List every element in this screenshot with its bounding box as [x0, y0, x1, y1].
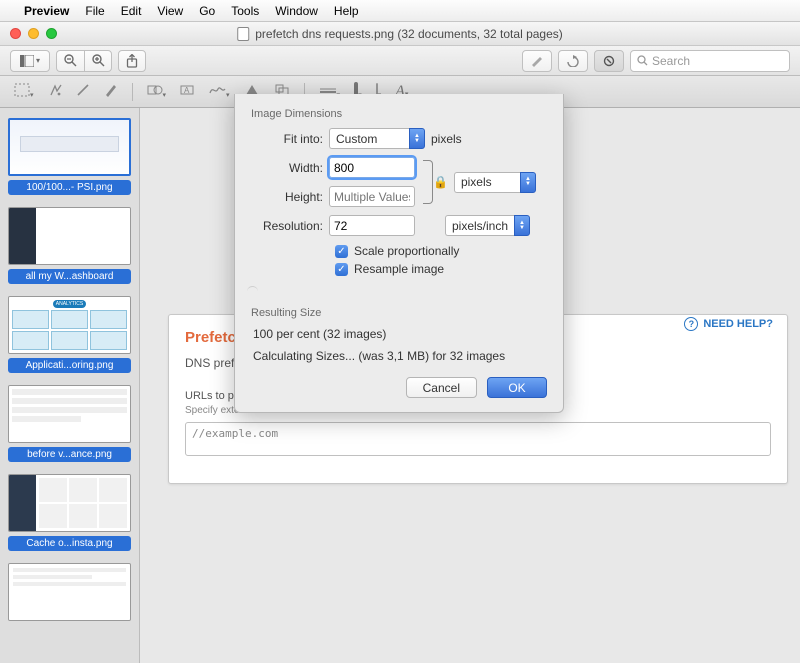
menubar-go[interactable]: Go	[199, 4, 215, 18]
separator	[132, 83, 133, 101]
need-help-label: NEED HELP?	[703, 318, 773, 330]
sidebar-thumb[interactable]: before v...ance.png	[8, 385, 131, 462]
height-input[interactable]	[329, 186, 415, 207]
scale-proportionally-label: Scale proportionally	[354, 244, 459, 258]
sidebar-thumb-caption: before v...ance.png	[8, 447, 131, 462]
need-help-link[interactable]: ? NEED HELP?	[684, 317, 773, 331]
sidebar-thumb-caption: 100/100...- PSI.png	[8, 180, 131, 195]
height-label: Height:	[251, 190, 329, 204]
sidebar-thumb[interactable]	[8, 563, 131, 621]
sidebar-thumb[interactable]: all my W...ashboard	[8, 207, 131, 284]
width-input[interactable]	[329, 157, 415, 178]
checkmark-icon: ✓	[335, 245, 348, 258]
sidebar-thumb[interactable]: ANALYTICS Applicati...oring.png	[8, 296, 131, 373]
sidebar-view-button[interactable]: ▾	[10, 50, 50, 72]
link-bracket	[423, 160, 433, 204]
menubar-view[interactable]: View	[157, 4, 183, 18]
stepper-icon: ▲▼	[520, 172, 536, 193]
resolution-label: Resolution:	[251, 219, 329, 233]
thumbnail-sidebar[interactable]: 100/100...- PSI.png all my W...ashboard …	[0, 108, 140, 663]
sidebar-thumb-caption: Cache o...insta.png	[8, 536, 131, 551]
fit-into-value: Custom	[329, 128, 409, 149]
menubar-help[interactable]: Help	[334, 4, 359, 18]
shapes-tool-icon[interactable]: ▾	[147, 83, 167, 100]
cancel-button[interactable]: Cancel	[406, 377, 477, 398]
minimize-window-button[interactable]	[28, 28, 39, 39]
help-icon: ?	[684, 317, 698, 331]
menubar-edit[interactable]: Edit	[121, 4, 142, 18]
selection-tool-icon[interactable]: ▾	[14, 83, 34, 100]
instant-alpha-icon[interactable]	[48, 83, 62, 100]
fit-into-label: Fit into:	[251, 132, 329, 146]
text-tool-icon[interactable]: A	[180, 83, 194, 100]
search-placeholder: Search	[652, 54, 690, 68]
window-title-text: prefetch dns requests.png (32 documents,…	[255, 27, 563, 41]
sidebar-thumb-caption: Applicati...oring.png	[8, 358, 131, 373]
zoom-in-button[interactable]	[84, 50, 112, 72]
dialog-section-dimensions: Image Dimensions	[251, 108, 547, 120]
zoom-out-button[interactable]	[56, 50, 84, 72]
scale-proportionally-checkbox[interactable]: ✓ Scale proportionally	[335, 244, 547, 258]
menubar-app-name[interactable]: Preview	[24, 4, 69, 18]
window-titlebar: prefetch dns requests.png (32 documents,…	[0, 22, 800, 46]
resample-image-label: Resample image	[354, 262, 444, 276]
adjust-size-dialog: Image Dimensions Fit into: Custom ▲▼ pix…	[234, 94, 564, 413]
wh-unit-select[interactable]: pixels ▲▼	[454, 172, 536, 193]
system-menubar: Preview File Edit View Go Tools Window H…	[0, 0, 800, 22]
resolution-input[interactable]	[329, 215, 415, 236]
toolbar-primary: ▾ Search	[0, 46, 800, 76]
rotate-button[interactable]	[558, 50, 588, 72]
lock-icon[interactable]: 🔒	[433, 175, 448, 189]
sidebar-thumb-caption: all my W...ashboard	[8, 269, 131, 284]
wh-unit-value: pixels	[454, 172, 520, 193]
resolution-unit-value: pixels/inch	[445, 215, 514, 236]
search-icon	[637, 55, 648, 66]
sign-tool-icon[interactable]: ▾	[208, 83, 230, 100]
zoom-window-button[interactable]	[46, 28, 57, 39]
dialog-section-resulting: Resulting Size	[251, 307, 547, 319]
search-field[interactable]: Search	[630, 50, 790, 72]
sidebar-thumb[interactable]: 100/100...- PSI.png	[8, 118, 131, 195]
share-button[interactable]	[118, 50, 146, 72]
doc-textarea: //example.com	[185, 422, 771, 456]
stepper-icon: ▲▼	[514, 215, 530, 236]
resolution-unit-select[interactable]: pixels/inch ▲▼	[445, 215, 530, 236]
menubar-file[interactable]: File	[85, 4, 104, 18]
resulting-size-line2: Calculating Sizes... (was 3,1 MB) for 32…	[253, 349, 545, 363]
sidebar-thumb[interactable]: Cache o...insta.png	[8, 474, 131, 551]
menubar-window[interactable]: Window	[275, 4, 318, 18]
close-window-button[interactable]	[10, 28, 21, 39]
checkmark-icon: ✓	[335, 263, 348, 276]
resample-image-checkbox[interactable]: ✓ Resample image	[335, 262, 547, 276]
width-label: Width:	[251, 161, 329, 175]
draw-tool-icon[interactable]	[104, 83, 118, 100]
stepper-icon: ▲▼	[409, 128, 425, 149]
sketch-tool-icon[interactable]	[76, 83, 90, 100]
markup-toolbar-button[interactable]	[594, 50, 624, 72]
menubar-tools[interactable]: Tools	[231, 4, 259, 18]
highlight-tool-button[interactable]	[522, 50, 552, 72]
separator	[247, 286, 258, 297]
fit-into-unit: pixels	[431, 132, 462, 146]
document-icon	[237, 27, 249, 41]
resulting-size-line1: 100 per cent (32 images)	[253, 327, 545, 341]
fit-into-select[interactable]: Custom ▲▼	[329, 128, 425, 149]
svg-text:A: A	[184, 86, 190, 95]
traffic-lights	[0, 28, 57, 39]
ok-button[interactable]: OK	[487, 377, 547, 398]
window-title: prefetch dns requests.png (32 documents,…	[237, 27, 563, 41]
